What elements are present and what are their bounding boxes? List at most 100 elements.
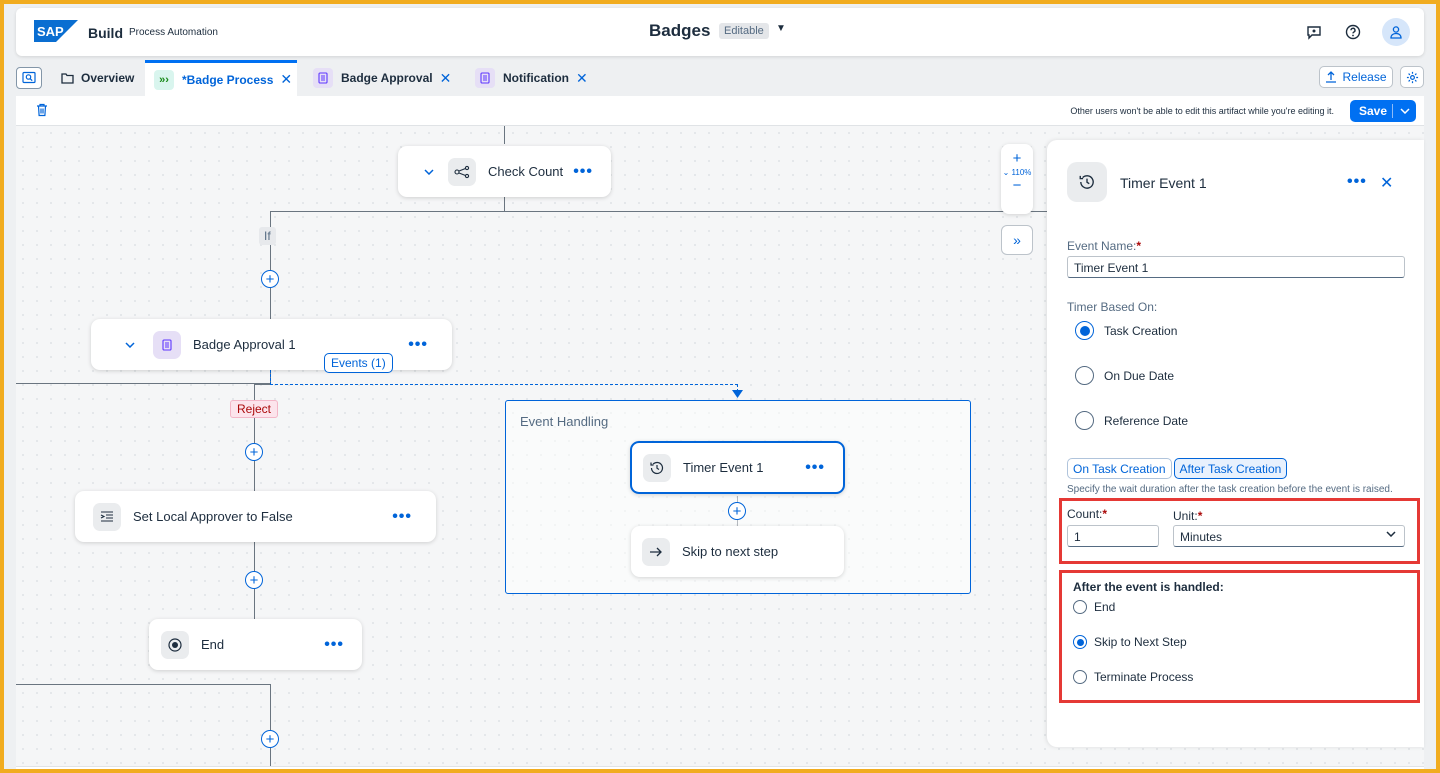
more-icon[interactable]: ••• (324, 636, 344, 654)
segment-on-task-creation[interactable]: On Task Creation (1067, 458, 1172, 479)
event-handling-title: Event Handling (520, 414, 609, 429)
editor-toolbar: Other users won't be able to edit this a… (16, 96, 1424, 126)
event-link (270, 384, 738, 385)
tab-label: Overview (81, 71, 135, 85)
unit-value: Minutes (1180, 530, 1223, 544)
end-icon (161, 630, 189, 659)
task-node-badge-approval[interactable]: Badge Approval 1 ••• (91, 319, 452, 370)
page-title: Badges (649, 21, 711, 40)
sap-logo[interactable]: SAP (34, 20, 78, 42)
chevron-down-icon[interactable] (1393, 108, 1416, 114)
form-icon (475, 68, 495, 88)
radio-label: Skip to Next Step (1094, 635, 1187, 649)
delete-icon[interactable] (36, 103, 48, 122)
end-node[interactable]: End ••• (149, 619, 362, 670)
tab-label: *Badge Process (182, 72, 274, 87)
radio-button[interactable] (1073, 635, 1087, 649)
radio-button[interactable] (1075, 366, 1094, 385)
release-button[interactable]: Release (1319, 66, 1393, 88)
chevron-down-icon[interactable] (424, 168, 434, 175)
help-icon[interactable] (1341, 20, 1365, 44)
user-avatar[interactable] (1382, 18, 1410, 46)
connector-line (16, 684, 270, 685)
tab-label: Notification (503, 71, 569, 85)
gateway-node-check-count[interactable]: Check Count ••• (398, 146, 611, 197)
close-panel-icon[interactable]: ✕ (1380, 173, 1393, 193)
lock-message: Other users won't be able to edit this a… (1070, 106, 1334, 116)
settings-button[interactable] (1400, 66, 1424, 88)
radio-label: Task Creation (1104, 323, 1178, 338)
script-node-set-local-approver[interactable]: Set Local Approver to False ••• (75, 491, 436, 542)
count-field[interactable]: 1 (1067, 525, 1159, 547)
add-step-icon[interactable]: + (245, 571, 263, 589)
timer-event-node[interactable]: Timer Event 1 ••• (630, 441, 845, 494)
more-icon[interactable]: ••• (392, 508, 412, 526)
radio-button[interactable] (1073, 670, 1087, 684)
close-icon[interactable]: ✕ (576, 70, 588, 87)
timer-based-label: Timer Based On: (1067, 300, 1158, 314)
radio-button[interactable] (1075, 411, 1094, 430)
upload-icon (1326, 71, 1337, 83)
app-frame: SAP Build Process Automation Badges Edit… (4, 4, 1436, 769)
tab-badge-approval[interactable]: Badge Approval ✕ (313, 60, 451, 96)
radio-reference-date[interactable]: Reference Date (1075, 411, 1188, 430)
connector-line (16, 383, 270, 384)
add-step-icon[interactable]: + (261, 270, 279, 288)
release-label: Release (1342, 70, 1387, 84)
event-link (270, 370, 271, 385)
chevron-down-icon (1386, 531, 1396, 537)
events-link[interactable]: Events (1) (324, 353, 393, 373)
radio-skip-next-step[interactable]: Skip to Next Step (1073, 635, 1187, 649)
after-handled-title: After the event is handled: (1073, 580, 1224, 594)
process-icon: »› (154, 69, 174, 90)
add-step-icon[interactable]: + (261, 730, 279, 748)
close-icon[interactable]: ✕ (440, 70, 452, 87)
reject-label: Reject (230, 400, 279, 418)
radio-button[interactable] (1073, 600, 1087, 614)
close-icon[interactable]: ✕ (280, 71, 292, 88)
skip-step-node[interactable]: Skip to next step (631, 526, 844, 577)
timing-segmented-button: On Task Creation After Task Creation (1067, 458, 1288, 479)
tab-badge-process[interactable]: »› *Badge Process ✕ (145, 60, 297, 96)
zoom-out-icon[interactable]: − (1001, 177, 1033, 195)
chevron-down-icon[interactable] (125, 341, 135, 348)
radio-button[interactable] (1075, 321, 1094, 340)
feedback-icon[interactable] (1302, 20, 1326, 44)
radio-end[interactable]: End (1073, 600, 1115, 614)
zoom-level[interactable]: ⌄ 110% (1001, 168, 1033, 177)
tab-label: Badge Approval (341, 71, 433, 85)
arrow-down-icon (732, 390, 743, 398)
node-label: Set Local Approver to False (133, 509, 293, 524)
zoom-in-icon[interactable]: + (1001, 150, 1033, 168)
save-label: Save (1359, 104, 1388, 118)
segment-after-task-creation[interactable]: After Task Creation (1173, 458, 1288, 479)
panel-title: Timer Event 1 (1120, 175, 1207, 191)
connector-line (270, 211, 1050, 212)
more-icon[interactable]: ••• (1347, 173, 1367, 191)
tab-overview[interactable]: Overview (59, 60, 142, 96)
add-step-icon[interactable]: + (245, 443, 263, 461)
more-icon[interactable]: ••• (408, 336, 428, 354)
radio-task-creation[interactable]: Task Creation (1075, 321, 1177, 340)
more-icon[interactable]: ••• (805, 459, 825, 477)
radio-on-due-date[interactable]: On Due Date (1075, 366, 1174, 385)
radio-terminate-process[interactable]: Terminate Process (1073, 670, 1193, 684)
event-name-label: Event Name:* (1067, 239, 1142, 253)
expand-panel-icon[interactable]: » (1001, 225, 1033, 255)
folder-icon (59, 68, 75, 88)
add-step-icon[interactable]: + (728, 502, 746, 520)
clock-icon (643, 453, 671, 482)
node-label: Skip to next step (682, 544, 779, 559)
title-dropdown-icon[interactable]: ▼ (776, 23, 786, 34)
count-label: Count:* (1067, 507, 1108, 521)
tab-notification[interactable]: Notification ✕ (475, 60, 588, 96)
unit-label: Unit:* (1173, 509, 1203, 523)
more-icon[interactable]: ••• (573, 163, 593, 181)
radio-label: Reference Date (1104, 413, 1189, 428)
form-icon (153, 330, 181, 359)
search-artifact-icon[interactable] (16, 67, 42, 89)
event-name-field[interactable]: Timer Event 1 (1067, 256, 1405, 278)
gear-icon (1406, 71, 1418, 83)
unit-select[interactable]: Minutes (1173, 525, 1405, 547)
save-button[interactable]: Save (1350, 100, 1416, 122)
